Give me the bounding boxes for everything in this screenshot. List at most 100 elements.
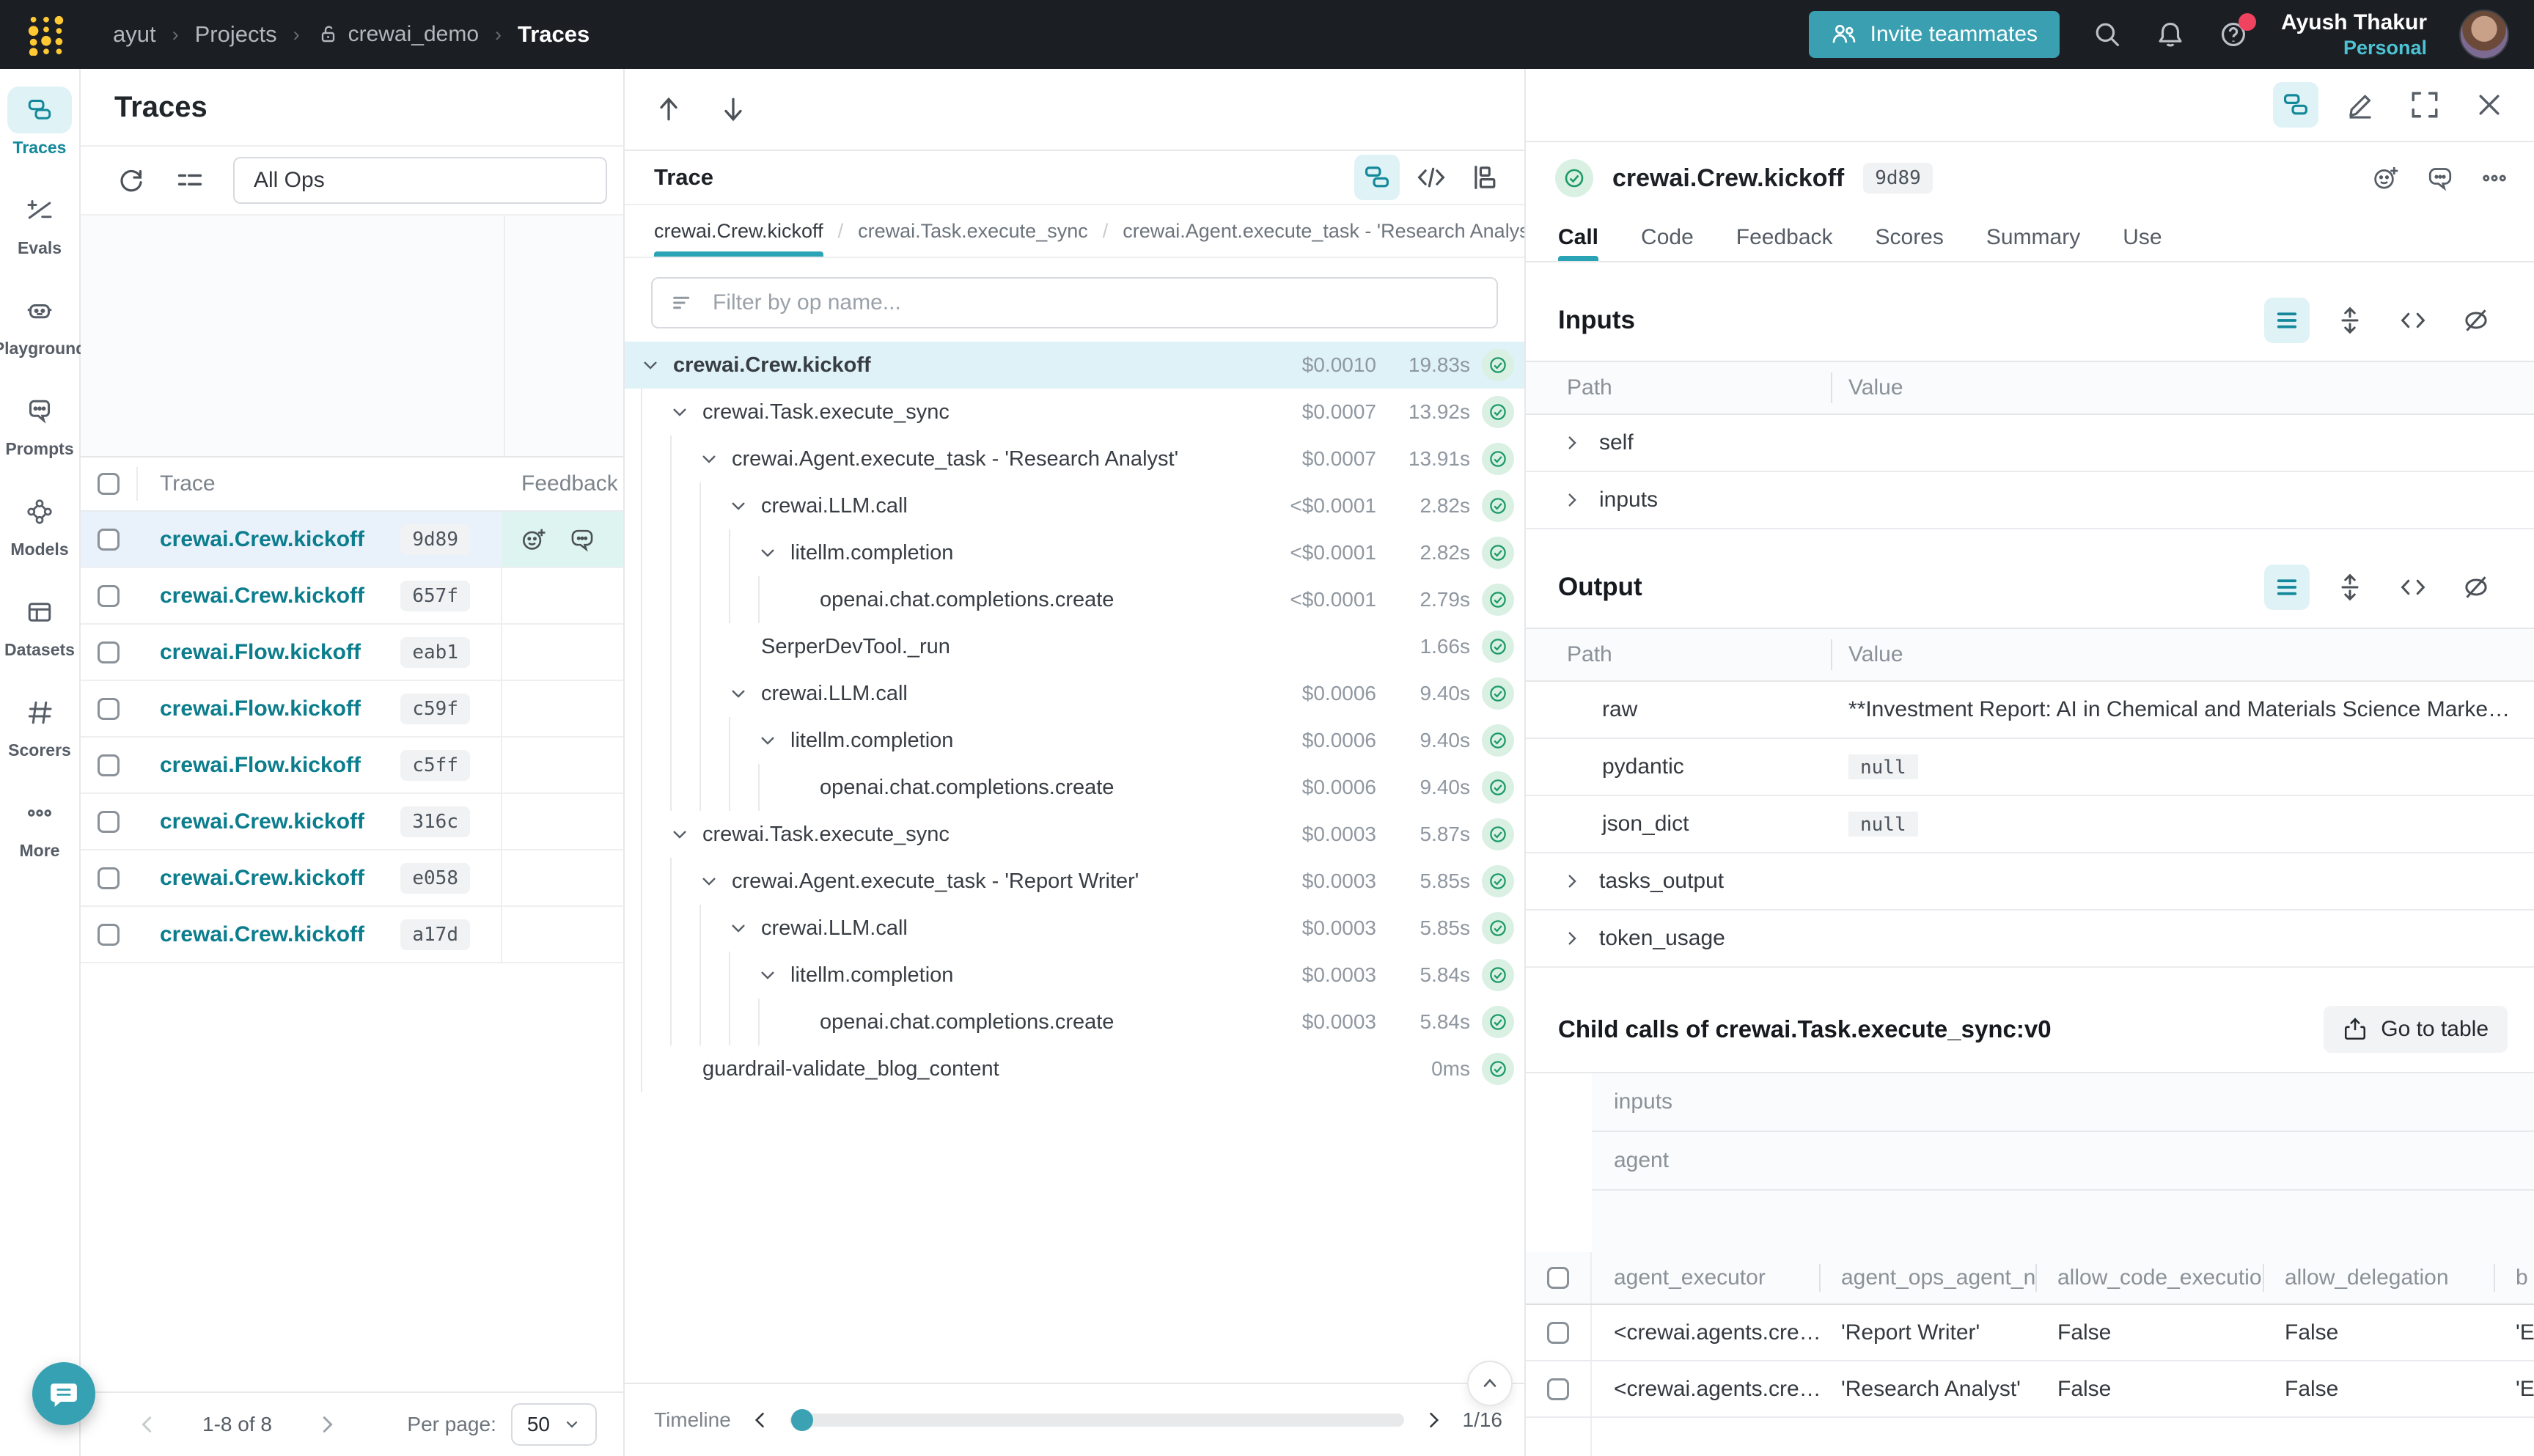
chevron-down-icon[interactable]: [699, 872, 732, 891]
table-row[interactable]: crewai.Crew.kickoff9d89: [81, 512, 623, 568]
row-checkbox[interactable]: [1547, 1378, 1569, 1400]
tree-view-icon[interactable]: [1354, 155, 1400, 200]
chevron-down-icon[interactable]: [641, 356, 673, 375]
more-menu-icon[interactable]: [2480, 163, 2509, 193]
sidebar-item-traces[interactable]: Traces: [7, 87, 72, 158]
sidebar-item-playground[interactable]: Playground: [0, 287, 86, 359]
timeline-slider[interactable]: [790, 1413, 1404, 1427]
timeline-prev-icon[interactable]: [750, 1410, 771, 1430]
table-row[interactable]: crewai.Flow.kickoffc59f: [81, 681, 623, 738]
sidebar-item-models[interactable]: Models: [7, 488, 72, 559]
column-header[interactable]: agent_ops_agent_nan: [1819, 1252, 2035, 1304]
column-header[interactable]: b: [2494, 1252, 2534, 1304]
trace-tree-row[interactable]: openai.chat.completions.create $0.00069.…: [625, 764, 1524, 811]
prev-trace-up-icon[interactable]: [654, 95, 683, 124]
refresh-icon[interactable]: [116, 165, 147, 196]
per-page-select[interactable]: 50: [511, 1403, 597, 1446]
collapse-timeline-button[interactable]: [1467, 1361, 1513, 1406]
chat-support-bubble[interactable]: [32, 1362, 95, 1425]
trace-tree-row[interactable]: guardrail-validate_blog_content 0ms: [625, 1045, 1524, 1092]
table-row[interactable]: crewai.Flow.kickoffc5ff: [81, 738, 623, 794]
sidebar-item-evals[interactable]: Evals: [7, 187, 72, 258]
row-checkbox[interactable]: [98, 867, 120, 889]
stack-crumb[interactable]: crewai.Crew.kickoff: [654, 205, 823, 257]
table-row[interactable]: crewai.Flow.kickoffeab1: [81, 625, 623, 681]
trace-tree-row[interactable]: litellm.completion <$0.00012.82s: [625, 529, 1524, 576]
invite-teammates-button[interactable]: Invite teammates: [1809, 11, 2060, 58]
add-reaction-icon[interactable]: [520, 526, 548, 554]
row-checkbox[interactable]: [98, 811, 120, 833]
user-menu[interactable]: Ayush Thakur Personal: [2281, 10, 2427, 59]
code-view-icon[interactable]: [2390, 565, 2436, 610]
sidebar-item-prompts[interactable]: Prompts: [5, 388, 73, 459]
row-checkbox[interactable]: [98, 641, 120, 663]
table-row[interactable]: crewai.Crew.kickoff657f: [81, 568, 623, 625]
sidebar-item-scorers[interactable]: Scorers: [7, 689, 72, 760]
add-comment-icon[interactable]: [2425, 163, 2455, 193]
tab-feedback[interactable]: Feedback: [1736, 214, 1833, 261]
column-header-feedback[interactable]: Feedback: [502, 471, 623, 496]
row-checkbox[interactable]: [98, 585, 120, 607]
chevron-down-icon[interactable]: [729, 684, 761, 703]
chevron-down-icon[interactable]: [729, 496, 761, 515]
tab-use[interactable]: Use: [2123, 214, 2162, 261]
trace-tree-row[interactable]: openai.chat.completions.create <$0.00012…: [625, 576, 1524, 623]
chevron-down-icon[interactable]: [758, 966, 790, 985]
add-reaction-icon[interactable]: [2371, 163, 2401, 193]
wandb-logo-icon[interactable]: [25, 13, 67, 56]
go-to-table-button[interactable]: Go to table: [2324, 1006, 2508, 1053]
trace-tree-row[interactable]: crewai.LLM.call <$0.00012.82s: [625, 482, 1524, 529]
sidebar-item-datasets[interactable]: Datasets: [4, 589, 75, 660]
hide-eye-icon[interactable]: [2453, 298, 2499, 343]
prev-page-icon[interactable]: [136, 1413, 158, 1435]
sidebar-item-more[interactable]: More: [7, 790, 72, 861]
stack-crumb[interactable]: crewai.Agent.execute_task - 'Research An…: [1123, 205, 1524, 257]
code-view-icon[interactable]: [1409, 155, 1454, 200]
chevron-down-icon[interactable]: [699, 449, 732, 468]
next-trace-down-icon[interactable]: [719, 95, 748, 124]
table-row[interactable]: crewai.Crew.kickoffa17d: [81, 907, 623, 963]
expand-rows-icon[interactable]: [2327, 298, 2373, 343]
trace-tree-row[interactable]: litellm.completion $0.00035.84s: [625, 952, 1524, 999]
trace-tree-row[interactable]: crewai.Task.execute_sync $0.000713.92s: [625, 389, 1524, 435]
trace-tree-row[interactable]: crewai.LLM.call $0.00069.40s: [625, 670, 1524, 717]
expand-rows-icon[interactable]: [2327, 565, 2373, 610]
column-header[interactable]: allow_code_execution: [2035, 1252, 2263, 1304]
trace-tree-row[interactable]: SerperDevTool._run 1.66s: [625, 623, 1524, 670]
breadcrumb-project[interactable]: crewai_demo: [316, 22, 479, 47]
search-icon[interactable]: [2092, 19, 2123, 50]
edit-pencil-icon[interactable]: [2337, 82, 2383, 128]
table-row[interactable]: <crewai.agents.cre… 'Report Writer' Fals…: [1526, 1305, 2534, 1361]
tab-code[interactable]: Code: [1641, 214, 1694, 261]
row-checkbox[interactable]: [98, 754, 120, 776]
column-header[interactable]: agent_executor: [1592, 1252, 1819, 1304]
close-icon[interactable]: [2467, 82, 2512, 128]
op-filter-input[interactable]: [713, 290, 1479, 315]
trace-tree-row[interactable]: litellm.completion $0.00069.40s: [625, 717, 1524, 764]
fullscreen-icon[interactable]: [2402, 82, 2447, 128]
chevron-down-icon[interactable]: [758, 543, 790, 562]
row-checkbox[interactable]: [98, 529, 120, 551]
trace-tree-row[interactable]: openai.chat.completions.create $0.00035.…: [625, 999, 1524, 1045]
flame-graph-icon[interactable]: [1463, 155, 1508, 200]
add-comment-icon[interactable]: [568, 526, 596, 554]
tree-toggle-icon[interactable]: [2273, 82, 2318, 128]
chevron-down-icon[interactable]: [670, 825, 702, 844]
table-row[interactable]: crewai.Crew.kickoffe058: [81, 850, 623, 907]
stack-crumb[interactable]: crewai.Task.execute_sync: [858, 205, 1088, 257]
timeline-next-icon[interactable]: [1423, 1410, 1444, 1430]
raw-output-value[interactable]: **Investment Report: AI in Chemical and …: [1832, 697, 2534, 722]
filter-settings-icon[interactable]: [175, 165, 205, 196]
breadcrumb-entity[interactable]: ayut: [113, 21, 156, 48]
help-icon[interactable]: [2218, 19, 2249, 50]
list-view-icon[interactable]: [2264, 565, 2310, 610]
table-row[interactable]: <crewai.agents.cre… 'Research Analyst' F…: [1526, 1361, 2534, 1418]
select-all-checkbox[interactable]: [1547, 1267, 1569, 1289]
column-header[interactable]: allow_delegation: [2263, 1252, 2494, 1304]
next-page-icon[interactable]: [316, 1413, 338, 1435]
chevron-down-icon[interactable]: [670, 402, 702, 422]
table-row[interactable]: crewai.Crew.kickoff316c: [81, 794, 623, 850]
chevron-down-icon[interactable]: [729, 919, 761, 938]
trace-tree-row[interactable]: crewai.LLM.call $0.00035.85s: [625, 905, 1524, 952]
select-all-checkbox[interactable]: [98, 473, 120, 495]
